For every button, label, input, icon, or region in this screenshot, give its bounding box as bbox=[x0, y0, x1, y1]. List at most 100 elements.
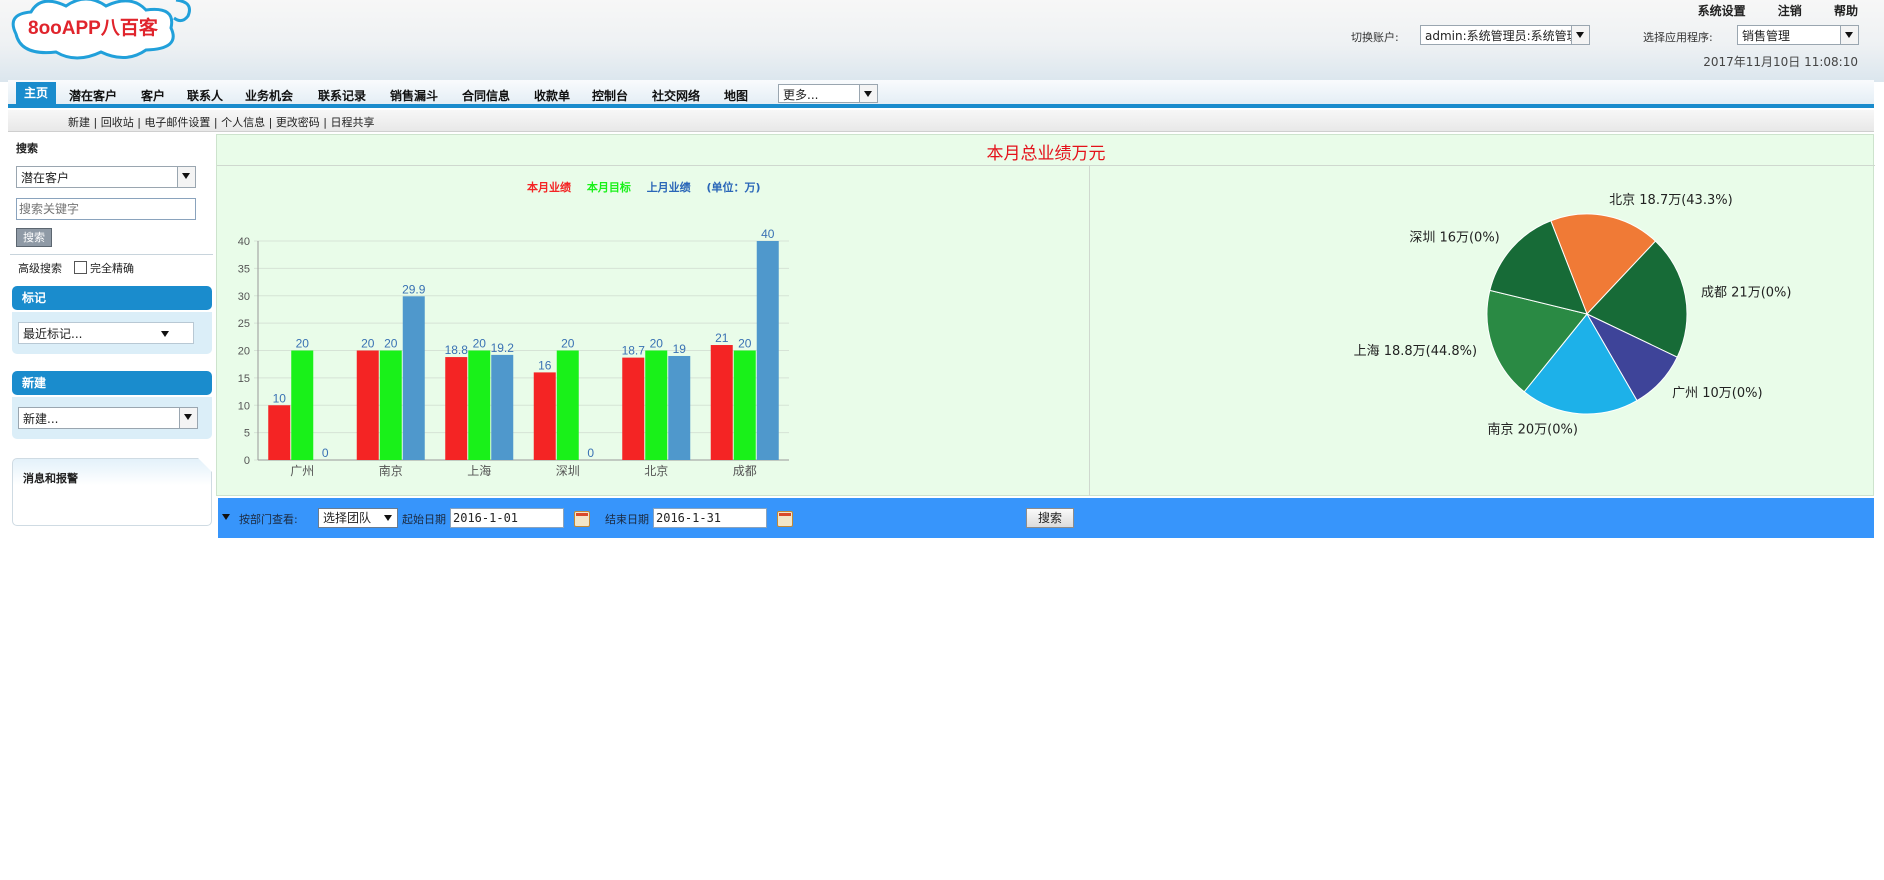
dept-label: 按部门查看: bbox=[239, 513, 298, 526]
y-tick-label: 40 bbox=[238, 236, 250, 248]
bar-chart: 0 5 10 15 20 25 30 35 40 10 20 0 广州 20 20 29.9 南京 18.8 20 1… bbox=[238, 227, 789, 478]
data-label: 18.7 bbox=[622, 344, 646, 358]
data-label: 18.8 bbox=[445, 343, 469, 357]
exact-match-checkbox[interactable] bbox=[74, 261, 87, 274]
filter-bar: 按部门查看: 选择团队 起始日期 2016-1-01 结束日期 2016-1-3… bbox=[218, 498, 1874, 538]
chevron-down-icon bbox=[179, 408, 197, 428]
exact-match-label: 完全精确 bbox=[90, 262, 134, 275]
logo: 8ooAPP八百客 bbox=[11, 0, 191, 60]
tab-contact-records[interactable]: 联系记录 bbox=[318, 87, 366, 104]
legend-current: 本月业绩 bbox=[527, 181, 571, 194]
chevron-down-icon bbox=[380, 509, 397, 527]
tags-header: 标记 bbox=[12, 286, 212, 310]
collapse-icon[interactable] bbox=[222, 514, 230, 520]
pie-chart: 北京 18.7万(43.3%) 成都 21万(0%) 广州 10万(0%) 南京 20… bbox=[1354, 193, 1792, 438]
chart-legend: 本月业绩 本月目标 上月业绩 (单位：万) bbox=[527, 179, 773, 195]
header-band: 8ooAPP八百客 系统设置 注销 帮助 切换账户: admin:系统管理员:系… bbox=[0, 0, 1884, 82]
tab-social[interactable]: 社交网络 bbox=[652, 87, 700, 104]
main-nav: 主页 潜在客户 客户 联系人 业务机会 联系记录 销售漏斗 合同信息 收款单 控… bbox=[8, 80, 1874, 108]
legend-last: 上月业绩 bbox=[646, 181, 691, 194]
slice-label: 深圳 16万(0%) bbox=[1409, 231, 1499, 246]
new-header: 新建 bbox=[12, 371, 212, 395]
calendar-icon[interactable] bbox=[574, 511, 590, 527]
team-select-value: 选择团队 bbox=[323, 511, 372, 525]
tab-opportunities[interactable]: 业务机会 bbox=[245, 87, 293, 104]
x-tick-label: 上海 bbox=[467, 463, 491, 478]
recycle-bin-link[interactable]: 回收站 bbox=[101, 116, 134, 129]
select-app-value: 销售管理 bbox=[1742, 29, 1791, 43]
start-date-input[interactable]: 2016-1-01 bbox=[450, 508, 564, 528]
chevron-down-icon bbox=[859, 85, 877, 102]
select-app-label: 选择应用程序: bbox=[1643, 31, 1713, 44]
filter-search-button[interactable]: 搜索 bbox=[1026, 508, 1074, 528]
search-scope-value: 潜在客户 bbox=[21, 171, 70, 185]
data-label: 20 bbox=[384, 337, 398, 351]
search-input[interactable] bbox=[16, 198, 196, 220]
bar bbox=[668, 355, 691, 460]
bar bbox=[468, 350, 491, 460]
end-date-input[interactable]: 2016-1-31 bbox=[653, 508, 767, 528]
tab-home[interactable]: 主页 bbox=[16, 82, 56, 104]
calendar-share-link[interactable]: 日程共享 bbox=[331, 116, 375, 129]
data-label: 29.9 bbox=[402, 282, 426, 296]
bar bbox=[756, 241, 779, 460]
divider bbox=[10, 254, 213, 255]
x-tick-label: 广州 bbox=[290, 464, 314, 478]
messages-panel: 消息和报警 bbox=[12, 458, 212, 526]
tab-map[interactable]: 地图 bbox=[724, 87, 748, 104]
data-label: 20 bbox=[361, 337, 375, 351]
top-links: 系统设置 注销 帮助 bbox=[1670, 2, 1858, 19]
search-scope-select[interactable]: 潜在客户 bbox=[16, 166, 196, 188]
bar bbox=[491, 354, 514, 460]
legend-target: 本月目标 bbox=[586, 181, 631, 194]
new-record-select[interactable]: 新建... bbox=[18, 407, 198, 429]
sidebar: 搜索 潜在客户 搜索 高级搜索 完全精确 标记 最近标记... 新建 新建...… bbox=[10, 134, 213, 874]
x-tick-label: 南京 bbox=[379, 463, 403, 478]
new-link[interactable]: 新建 bbox=[68, 116, 90, 129]
help-link[interactable]: 帮助 bbox=[1834, 4, 1858, 18]
switch-account-select[interactable]: admin:系统管理员:系统管理员 bbox=[1420, 25, 1590, 45]
tab-contacts[interactable]: 联系人 bbox=[187, 87, 223, 104]
data-label: 19 bbox=[673, 342, 687, 356]
personal-info-link[interactable]: 个人信息 bbox=[221, 116, 265, 129]
team-select[interactable]: 选择团队 bbox=[318, 508, 398, 528]
tab-console[interactable]: 控制台 bbox=[592, 87, 628, 104]
system-settings-link[interactable]: 系统设置 bbox=[1698, 4, 1746, 18]
data-label: 10 bbox=[273, 391, 287, 405]
chevron-down-icon bbox=[1571, 26, 1589, 44]
tab-contracts[interactable]: 合同信息 bbox=[462, 87, 510, 104]
x-tick-label: 北京 bbox=[644, 464, 668, 478]
logout-link[interactable]: 注销 bbox=[1778, 4, 1802, 18]
advanced-search-link[interactable]: 高级搜索 bbox=[18, 260, 62, 276]
more-tabs-select[interactable]: 更多... bbox=[778, 84, 878, 103]
bar bbox=[379, 350, 402, 460]
bar bbox=[356, 350, 379, 460]
search-button[interactable]: 搜索 bbox=[16, 228, 52, 247]
recent-tags-select[interactable]: 最近标记... bbox=[18, 322, 194, 344]
messages-title: 消息和报警 bbox=[23, 472, 78, 485]
tab-sales-funnel[interactable]: 销售漏斗 bbox=[390, 87, 438, 104]
y-tick-label: 30 bbox=[238, 291, 250, 303]
tab-customers[interactable]: 客户 bbox=[141, 87, 165, 104]
data-label: 16 bbox=[538, 358, 552, 372]
tab-receipts[interactable]: 收款单 bbox=[534, 87, 570, 104]
sub-nav: 新建 | 回收站 | 电子邮件设置 | 个人信息 | 更改密码 | 日程共享 bbox=[8, 110, 1874, 132]
page-title: 本月总业绩万元 bbox=[986, 144, 1106, 164]
end-date-label: 结束日期 bbox=[605, 513, 649, 526]
select-app-select[interactable]: 销售管理 bbox=[1737, 25, 1859, 45]
data-label: 20 bbox=[650, 337, 664, 351]
slice-label: 成都 21万(0%) bbox=[1701, 286, 1791, 301]
data-label: 20 bbox=[738, 337, 752, 351]
data-label: 40 bbox=[761, 227, 775, 241]
bar bbox=[268, 405, 291, 460]
tab-leads[interactable]: 潜在客户 bbox=[69, 87, 117, 104]
recent-tags-value: 最近标记... bbox=[23, 327, 83, 341]
email-settings-link[interactable]: 电子邮件设置 bbox=[144, 116, 210, 129]
calendar-icon[interactable] bbox=[777, 511, 793, 527]
change-password-link[interactable]: 更改密码 bbox=[276, 116, 320, 129]
more-tabs-value: 更多... bbox=[783, 88, 819, 102]
legend-unit: (单位：万) bbox=[706, 181, 761, 194]
tags-panel: 最近标记... bbox=[12, 312, 212, 354]
new-panel: 新建... bbox=[12, 397, 212, 439]
data-label: 19.2 bbox=[491, 341, 515, 355]
